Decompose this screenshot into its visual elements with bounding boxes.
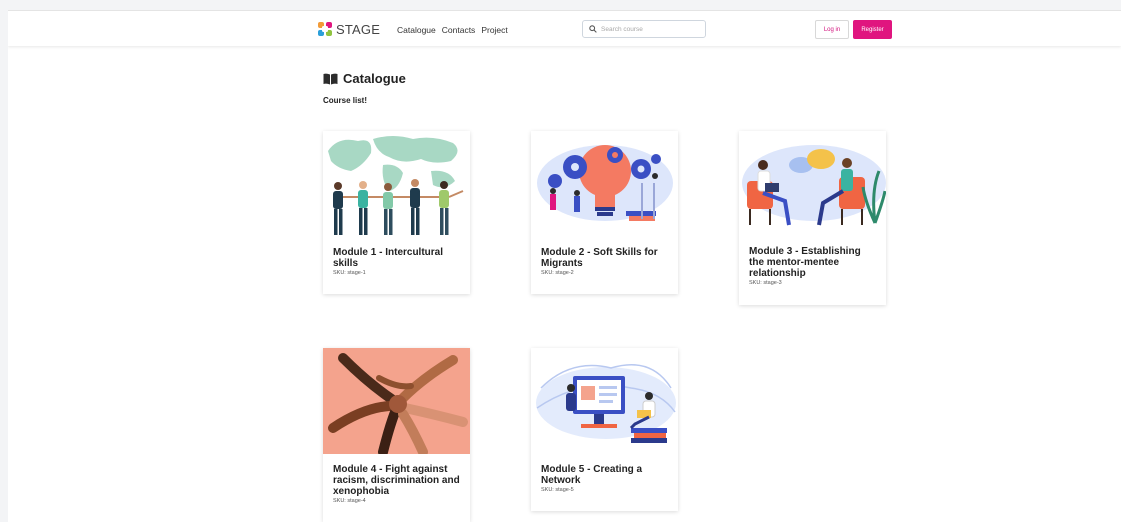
mentor-mentee-illustration — [739, 131, 886, 229]
course-card-4[interactable]: Module 4 - Fight against racism, discrim… — [323, 348, 470, 522]
course-sku-5: SKU: stage-5 — [541, 487, 574, 493]
course-title-5[interactable]: Module 5 - Creating a Network — [541, 464, 668, 486]
course-title-1[interactable]: Module 1 - Intercultural skills — [333, 247, 460, 269]
login-button[interactable]: Log in — [815, 20, 849, 39]
course-image-2[interactable] — [531, 131, 678, 237]
course-card-2[interactable]: Module 2 - Soft Skills for Migrants SKU:… — [531, 131, 678, 294]
course-sku-2: SKU: stage-2 — [541, 270, 574, 276]
course-card-5[interactable]: Module 5 - Creating a Network SKU: stage… — [531, 348, 678, 511]
course-image-3[interactable] — [739, 131, 886, 229]
course-card-1[interactable]: Module 1 - Intercultural skills SKU: sta… — [323, 131, 470, 294]
brand-logo[interactable]: STAGE — [317, 20, 380, 38]
page-title-text: Catalogue — [343, 71, 406, 86]
course-title-4[interactable]: Module 4 - Fight against racism, discrim… — [333, 464, 460, 497]
nav-link-project[interactable]: Project — [481, 25, 507, 35]
stage-logo-icon — [318, 22, 332, 36]
nav-link-contacts[interactable]: Contacts — [442, 25, 476, 35]
course-sku-4: SKU: stage-4 — [333, 498, 366, 504]
course-image-4[interactable] — [323, 348, 470, 454]
search-input[interactable] — [601, 25, 701, 33]
course-title-3[interactable]: Module 3 - Establishing the mentor-mente… — [749, 246, 876, 279]
course-card-3[interactable]: Module 3 - Establishing the mentor-mente… — [739, 131, 886, 305]
course-image-5[interactable] — [531, 348, 678, 454]
open-book-icon — [323, 73, 338, 84]
lightbulb-gears-illustration — [531, 131, 678, 237]
online-network-illustration — [531, 348, 678, 454]
course-title-2[interactable]: Module 2 - Soft Skills for Migrants — [541, 247, 668, 269]
nav-link-catalogue[interactable]: Catalogue — [397, 25, 436, 35]
course-sku-1: SKU: stage-1 — [333, 270, 366, 276]
register-button[interactable]: Register — [853, 20, 892, 39]
page-title: Catalogue — [323, 71, 406, 86]
search-box[interactable] — [582, 20, 706, 38]
search-icon — [589, 25, 597, 33]
brand-name: STAGE — [336, 21, 381, 37]
main-nav: Catalogue Contacts Project — [397, 25, 508, 35]
top-navbar: STAGE Catalogue Contacts Project Log in … — [8, 10, 1121, 46]
course-list-subtitle: Course list! — [323, 96, 368, 105]
course-sku-3: SKU: stage-3 — [749, 280, 782, 286]
browser-viewport: STAGE Catalogue Contacts Project Log in … — [8, 10, 1121, 522]
people-holding-hands-illustration — [323, 131, 470, 237]
course-image-1[interactable] — [323, 131, 470, 237]
hands-together-illustration — [323, 348, 470, 454]
